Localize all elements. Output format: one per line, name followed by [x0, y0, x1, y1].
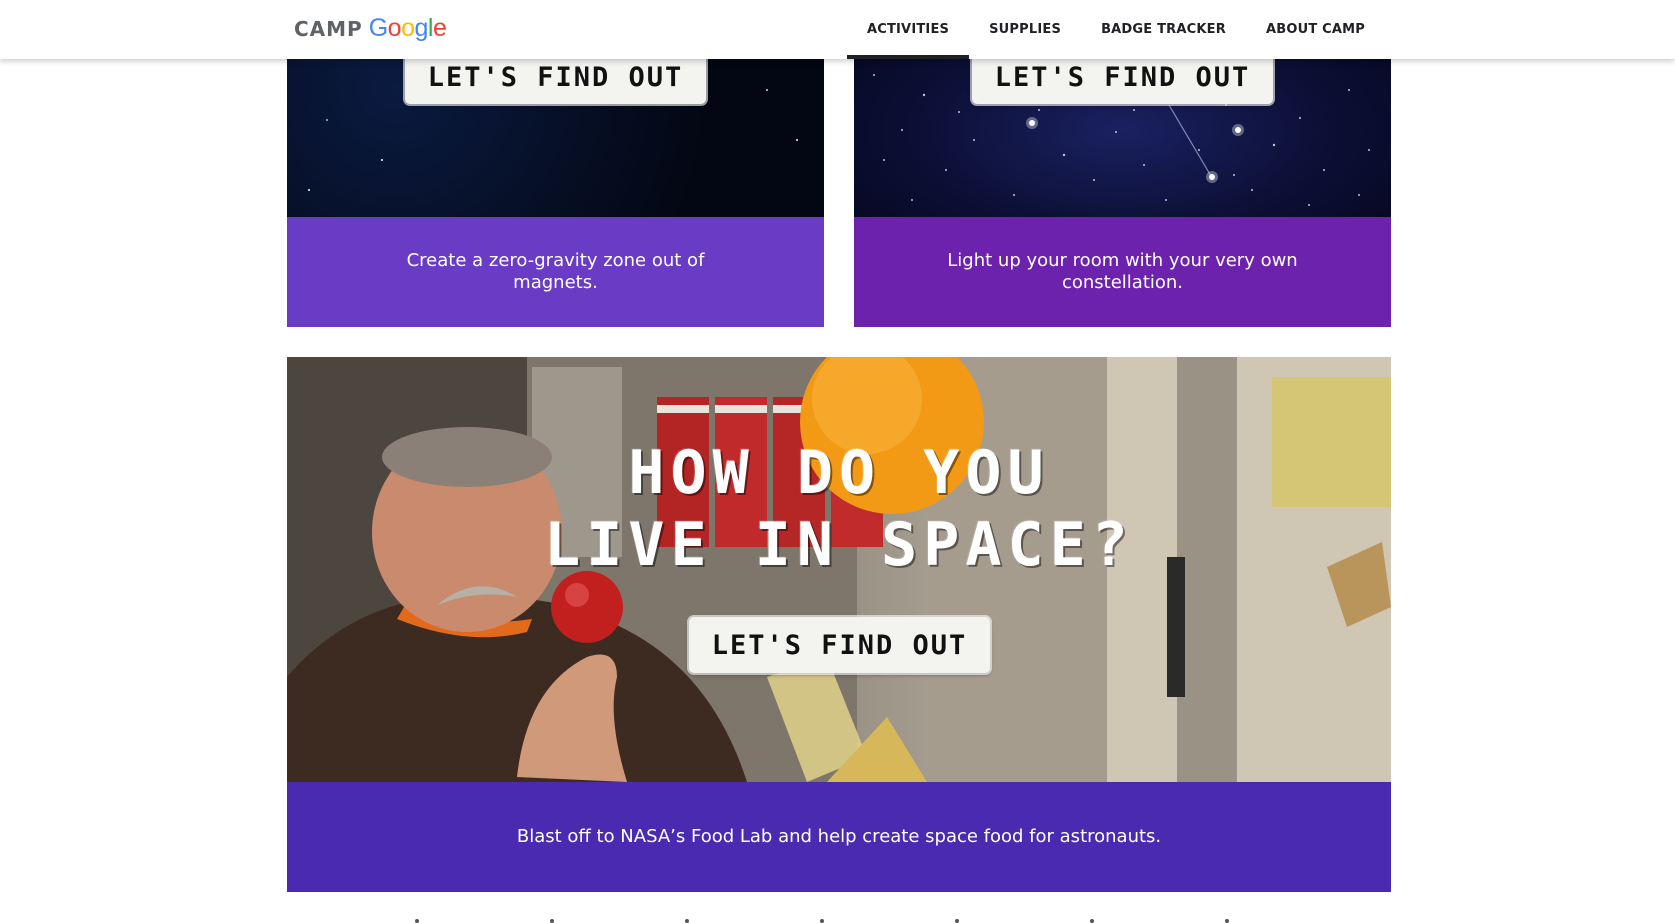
logo-camp-text: CAMP: [294, 17, 363, 41]
headline-line: LIVE IN SPACE?: [544, 510, 1134, 580]
nav-badge-tracker[interactable]: BADGE TRACKER: [1081, 0, 1246, 59]
headline: HOW DO YOU LIVE IN SPACE?: [489, 437, 1189, 581]
logo-google-text: Google: [369, 14, 447, 43]
nav-supplies[interactable]: SUPPLIES: [969, 0, 1081, 59]
logo-letter: g: [414, 14, 428, 42]
main-nav: ACTIVITIES SUPPLIES BADGE TRACKER ABOUT …: [846, 0, 1385, 59]
lets-find-out-button[interactable]: LET'S FIND OUT: [689, 617, 990, 673]
logo-letter: o: [401, 14, 415, 42]
nav-activities[interactable]: ACTIVITIES: [846, 0, 970, 59]
next-section-peek: [415, 919, 1229, 923]
activity-card-space-food[interactable]: HOW DO YOU LIVE IN SPACE? LET'S FIND OUT…: [287, 357, 1391, 892]
nav-about-camp[interactable]: ABOUT CAMP: [1246, 0, 1385, 59]
camp-google-logo[interactable]: CAMP Google: [294, 14, 447, 46]
card-caption: Light up your room with your very own co…: [854, 217, 1391, 327]
logo-letter: o: [387, 14, 402, 42]
card-caption: Create a zero-gravity zone out of magnet…: [287, 217, 824, 327]
card-caption: Blast off to NASA’s Food Lab and help cr…: [287, 782, 1391, 892]
astronaut-photo: HOW DO YOU LIVE IN SPACE? LET'S FIND OUT: [287, 357, 1391, 782]
logo-letter: e: [432, 14, 447, 42]
headline-line: HOW DO YOU: [628, 438, 1050, 508]
site-header: CAMP Google ACTIVITIES SUPPLIES BADGE TR…: [0, 0, 1675, 59]
logo-letter: G: [368, 14, 388, 42]
